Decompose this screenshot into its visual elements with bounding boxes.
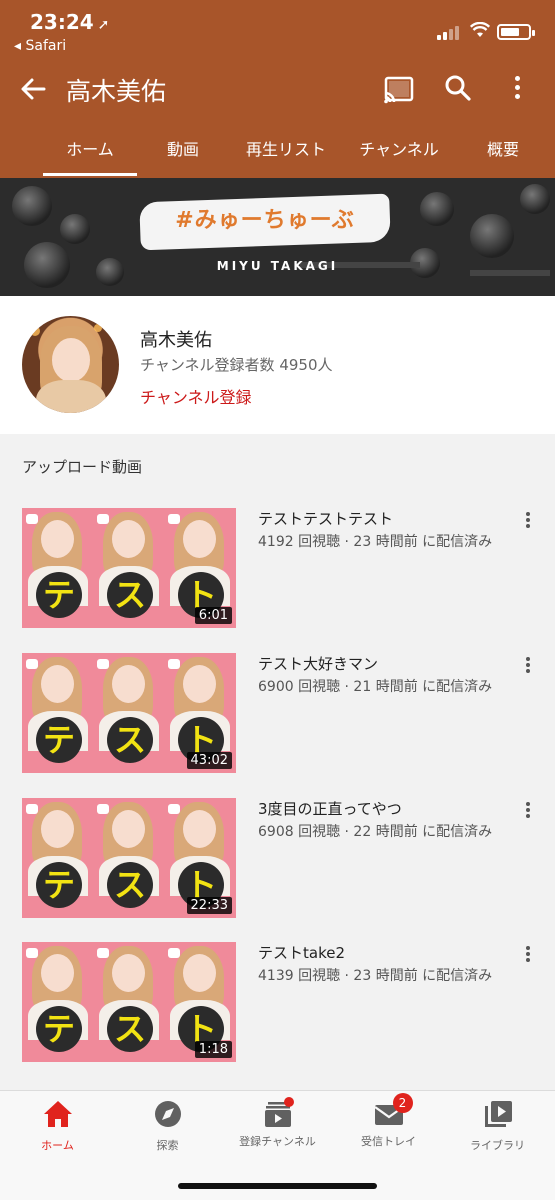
more-vert-icon[interactable]: [512, 76, 522, 102]
video-more-icon[interactable]: [524, 802, 532, 822]
video-thumbnail[interactable]: テ ス ト 6:01: [22, 508, 236, 628]
status-bar: 23:24 ➚ ◂ Safari: [0, 0, 555, 62]
video-duration: 6:01: [194, 607, 232, 624]
video-title[interactable]: テストテストテスト: [258, 508, 393, 529]
video-more-icon[interactable]: [524, 946, 532, 966]
video-item[interactable]: テ ス ト 43:02 テスト大好きマン 6900 回視聴 · 21 時間前 に…: [0, 653, 555, 775]
channel-header: 23:24 ➚ ◂ Safari 高木美佑 ホーム 動画 再生リスト チャンネル…: [0, 0, 555, 178]
video-thumbnail[interactable]: テ ス ト 22:33: [22, 798, 236, 918]
tab-channels[interactable]: チャンネル: [352, 136, 446, 160]
thumb-char: テ: [36, 572, 82, 618]
new-content-dot: [283, 1097, 294, 1107]
channel-banner: #みゅーちゅーぶ MIYU TAKAGI: [0, 178, 555, 296]
bottom-nav: ホーム 探索 登録チャンネル 2 受信トレイ ライブラリ: [0, 1090, 555, 1200]
tab-about[interactable]: 概要: [474, 136, 532, 160]
location-arrow-icon: ➚: [97, 17, 110, 33]
channel-name: 高木美佑: [140, 330, 212, 351]
channel-avatar[interactable]: [22, 316, 119, 413]
subscriber-count: チャンネル登録者数 4950人: [140, 356, 333, 374]
video-item[interactable]: テ ス ト 6:01 テストテストテスト 4192 回視聴 · 23 時間前 に…: [0, 508, 555, 630]
video-title[interactable]: 3度目の正直ってやつ: [258, 798, 402, 819]
video-thumbnail[interactable]: テ ス ト 43:02: [22, 653, 236, 773]
tab-playlists[interactable]: 再生リスト: [236, 136, 336, 160]
thumb-char: ス: [107, 862, 153, 908]
cast-icon[interactable]: [383, 76, 415, 104]
thumb-char: テ: [36, 717, 82, 763]
page-title: 高木美佑: [66, 77, 167, 106]
nav-explore[interactable]: 探索: [112, 1099, 223, 1155]
video-meta: 4139 回視聴 · 23 時間前 に配信済み: [258, 968, 493, 984]
thumb-char: テ: [36, 1006, 82, 1052]
nav-subscriptions-label: 登録チャンネル: [239, 1135, 316, 1148]
video-more-icon[interactable]: [524, 512, 532, 532]
back-to-safari-link[interactable]: ◂ Safari: [14, 38, 66, 54]
wifi-icon: [470, 22, 490, 37]
thumb-char: ス: [107, 572, 153, 618]
thumb-char: テ: [36, 862, 82, 908]
nav-subscriptions[interactable]: 登録チャンネル: [222, 1097, 333, 1155]
video-duration: 1:18: [194, 1041, 232, 1058]
app-bar: 高木美佑: [0, 62, 555, 116]
video-duration: 22:33: [186, 897, 232, 914]
nav-library[interactable]: ライブラリ: [442, 1099, 553, 1155]
video-duration: 43:02: [186, 752, 232, 769]
tab-videos[interactable]: 動画: [150, 136, 216, 160]
nav-inbox[interactable]: 2 受信トレイ: [333, 1093, 444, 1155]
video-title[interactable]: テストtake2: [258, 942, 345, 963]
banner-title: #みゅーちゅーぶ: [175, 208, 355, 233]
subscribe-button[interactable]: チャンネル登録: [140, 384, 252, 408]
inbox-badge: 2: [392, 1093, 413, 1113]
nav-explore-label: 探索: [156, 1139, 179, 1152]
search-icon[interactable]: [444, 74, 472, 102]
uploads-section-title: アップロード動画: [22, 458, 143, 476]
home-icon: [43, 1101, 72, 1127]
status-time: 23:24 ➚: [30, 10, 109, 34]
cellular-signal-icon: [437, 24, 463, 40]
back-arrow-icon[interactable]: [18, 74, 48, 104]
active-tab-indicator: [43, 173, 137, 176]
thumb-char: ス: [107, 717, 153, 763]
nav-inbox-label: 受信トレイ: [361, 1135, 416, 1148]
banner-subtitle: MIYU TAKAGI: [216, 259, 339, 273]
channel-info: 高木美佑 チャンネル登録者数 4950人 チャンネル登録: [0, 296, 555, 434]
video-more-icon[interactable]: [524, 657, 532, 677]
thumb-char: ス: [107, 1006, 153, 1052]
video-title[interactable]: テスト大好きマン: [258, 653, 378, 674]
nav-home[interactable]: ホーム: [2, 1099, 113, 1155]
subscriptions-icon: [262, 1097, 294, 1129]
home-indicator[interactable]: [178, 1183, 377, 1189]
video-meta: 6900 回視聴 · 21 時間前 に配信済み: [258, 679, 493, 695]
battery-icon: [497, 24, 535, 40]
nav-home-label: ホーム: [41, 1139, 74, 1152]
nav-library-label: ライブラリ: [470, 1139, 525, 1152]
tab-home[interactable]: ホーム: [43, 136, 137, 160]
video-thumbnail[interactable]: テ ス ト 1:18: [22, 942, 236, 1062]
library-icon: [484, 1101, 512, 1127]
video-item[interactable]: テ ス ト 22:33 3度目の正直ってやつ 6908 回視聴 · 22 時間前…: [0, 798, 555, 920]
time-text: 23:24: [30, 10, 94, 34]
inbox-icon: 2: [373, 1093, 413, 1129]
video-item[interactable]: テ ス ト 1:18 テストtake2 4139 回視聴 · 23 時間前 に配…: [0, 942, 555, 1064]
channel-tabs: ホーム 動画 再生リスト チャンネル 概要: [0, 120, 555, 178]
explore-icon: [154, 1101, 181, 1127]
video-meta: 6908 回視聴 · 22 時間前 に配信済み: [258, 824, 493, 840]
video-meta: 4192 回視聴 · 23 時間前 に配信済み: [258, 534, 493, 550]
